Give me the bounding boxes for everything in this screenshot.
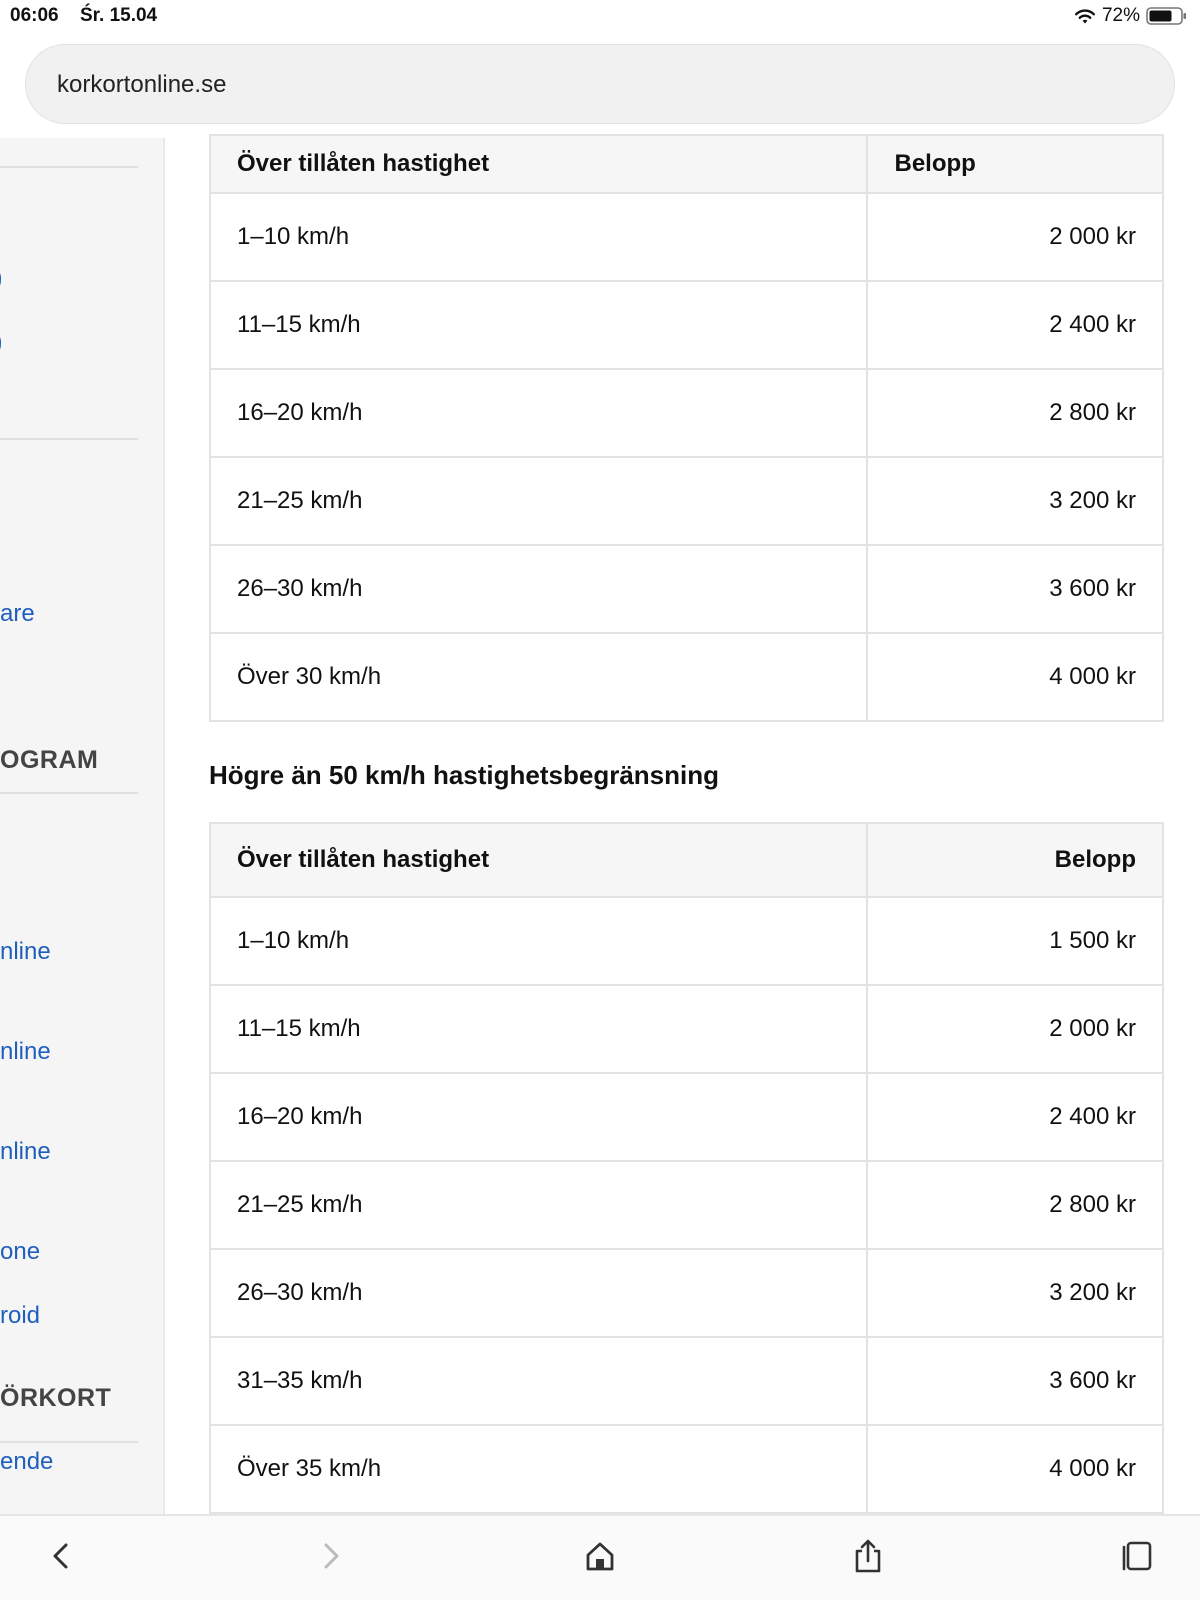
amount-cell: 2 000 kr (866, 192, 1164, 282)
amount-cell: 3 200 kr (866, 1248, 1164, 1338)
home-icon (586, 1542, 614, 1571)
column-header-speed: Över tillåten hastighet (208, 134, 869, 194)
sidebar-divider (0, 438, 138, 440)
share-icon (855, 1539, 881, 1573)
speed-cell: 26–30 km/h (208, 1248, 869, 1338)
amount-cell: 3 600 kr (866, 544, 1164, 634)
sidebar-link[interactable]: roid (0, 1302, 40, 1330)
speed-cell: 1–10 km/h (208, 192, 869, 282)
speed-cell: 31–35 km/h (208, 1336, 869, 1426)
amount-cell: 2 800 kr (866, 368, 1164, 458)
column-header-speed: Över tillåten hastighet (208, 822, 869, 898)
column-header-amount: Belopp (866, 822, 1164, 898)
sidebar-heading: OGRAM (0, 746, 99, 774)
table-row: 26–30 km/h 3 200 kr (208, 1248, 1164, 1338)
sidebar-divider (0, 1441, 138, 1443)
amount-cell: 2 400 kr (866, 280, 1164, 370)
table-row: 16–20 km/h 2 400 kr (208, 1072, 1164, 1162)
share-button[interactable] (846, 1534, 890, 1578)
table-row: 31–35 km/h 3 600 kr (208, 1336, 1164, 1426)
table-header-row: Över tillåten hastighet Belopp (208, 822, 1164, 898)
status-time: 06:06 (10, 5, 59, 26)
address-area: korkortonline.se (0, 34, 1200, 138)
table-row: Över 35 km/h 4 000 kr (208, 1424, 1164, 1514)
battery-icon (1146, 7, 1186, 25)
table-row: Över 30 km/h 4 000 kr (208, 632, 1164, 722)
amount-cell: 2 000 kr (866, 984, 1164, 1074)
table-row: 16–20 km/h 2 800 kr (208, 368, 1164, 458)
section-heading: Högre än 50 km/h hastighetsbegränsning (209, 760, 719, 790)
forward-icon (324, 1543, 339, 1569)
speed-cell: 21–25 km/h (208, 456, 869, 546)
home-button[interactable] (578, 1534, 622, 1578)
sidebar-link[interactable]: are (0, 600, 35, 628)
fines-table-2: Över tillåten hastighet Belopp 1–10 km/h… (208, 822, 1164, 1514)
table-row: 26–30 km/h 3 600 kr (208, 544, 1164, 634)
forward-button[interactable] (308, 1534, 352, 1578)
speed-cell: Över 35 km/h (208, 1424, 869, 1514)
sidebar-link[interactable]: one (0, 1238, 40, 1266)
back-icon (53, 1543, 68, 1569)
browser-toolbar (0, 1514, 1200, 1600)
sidebar-heading: ÖRKORT (0, 1384, 112, 1412)
column-header-amount: Belopp (866, 134, 1164, 194)
amount-cell: 3 600 kr (866, 1336, 1164, 1426)
table-row: 21–25 km/h 3 200 kr (208, 456, 1164, 546)
table-header-row: Över tillåten hastighet Belopp (208, 134, 1164, 194)
amount-cell: 4 000 kr (866, 1424, 1164, 1514)
table-row: 1–10 km/h 1 500 kr (208, 896, 1164, 986)
sidebar-link-fragment[interactable]: ) (0, 326, 3, 357)
back-button[interactable] (40, 1534, 84, 1578)
status-date: Śr. 15.04 (80, 5, 158, 26)
amount-cell: 2 400 kr (866, 1072, 1164, 1162)
table-row: 11–15 km/h 2 400 kr (208, 280, 1164, 370)
wifi-icon (1074, 9, 1095, 24)
sidebar-link[interactable]: nline (0, 1138, 51, 1166)
sidebar: ) ) are OGRAM nline nline nline one roid… (0, 138, 165, 1514)
speed-cell: 11–15 km/h (208, 280, 869, 370)
sidebar-link[interactable]: nline (0, 938, 51, 966)
battery-percent: 72% (1101, 5, 1140, 26)
speed-cell: 1–10 km/h (208, 896, 869, 986)
amount-cell: 2 800 kr (866, 1160, 1164, 1250)
tabs-icon (1122, 1541, 1152, 1571)
speed-cell: Över 30 km/h (208, 632, 869, 722)
sidebar-link[interactable]: nline (0, 1038, 51, 1066)
amount-cell: 3 200 kr (866, 456, 1164, 546)
sidebar-divider (0, 166, 138, 168)
speed-cell: 16–20 km/h (208, 368, 869, 458)
url-text: korkortonline.se (57, 71, 227, 98)
sidebar-link-fragment[interactable]: ) (0, 262, 3, 293)
amount-cell: 4 000 kr (866, 632, 1164, 722)
tabs-button[interactable] (1116, 1534, 1160, 1578)
fines-table-1: Över tillåten hastighet Belopp 1–10 km/h… (208, 134, 1164, 722)
speed-cell: 21–25 km/h (208, 1160, 869, 1250)
status-bar: 06:06 Śr. 15.04 72% (0, 0, 1200, 34)
table-row: 21–25 km/h 2 800 kr (208, 1160, 1164, 1250)
speed-cell: 11–15 km/h (208, 984, 869, 1074)
speed-cell: 26–30 km/h (208, 544, 869, 634)
amount-cell: 1 500 kr (866, 896, 1164, 986)
speed-cell: 16–20 km/h (208, 1072, 869, 1162)
status-indicators: 72% (1074, 5, 1188, 27)
table-row: 1–10 km/h 2 000 kr (208, 192, 1164, 282)
table-row: 11–15 km/h 2 000 kr (208, 984, 1164, 1074)
sidebar-link[interactable]: ende (0, 1448, 53, 1476)
address-bar[interactable]: korkortonline.se (25, 44, 1175, 124)
sidebar-divider (0, 792, 138, 794)
